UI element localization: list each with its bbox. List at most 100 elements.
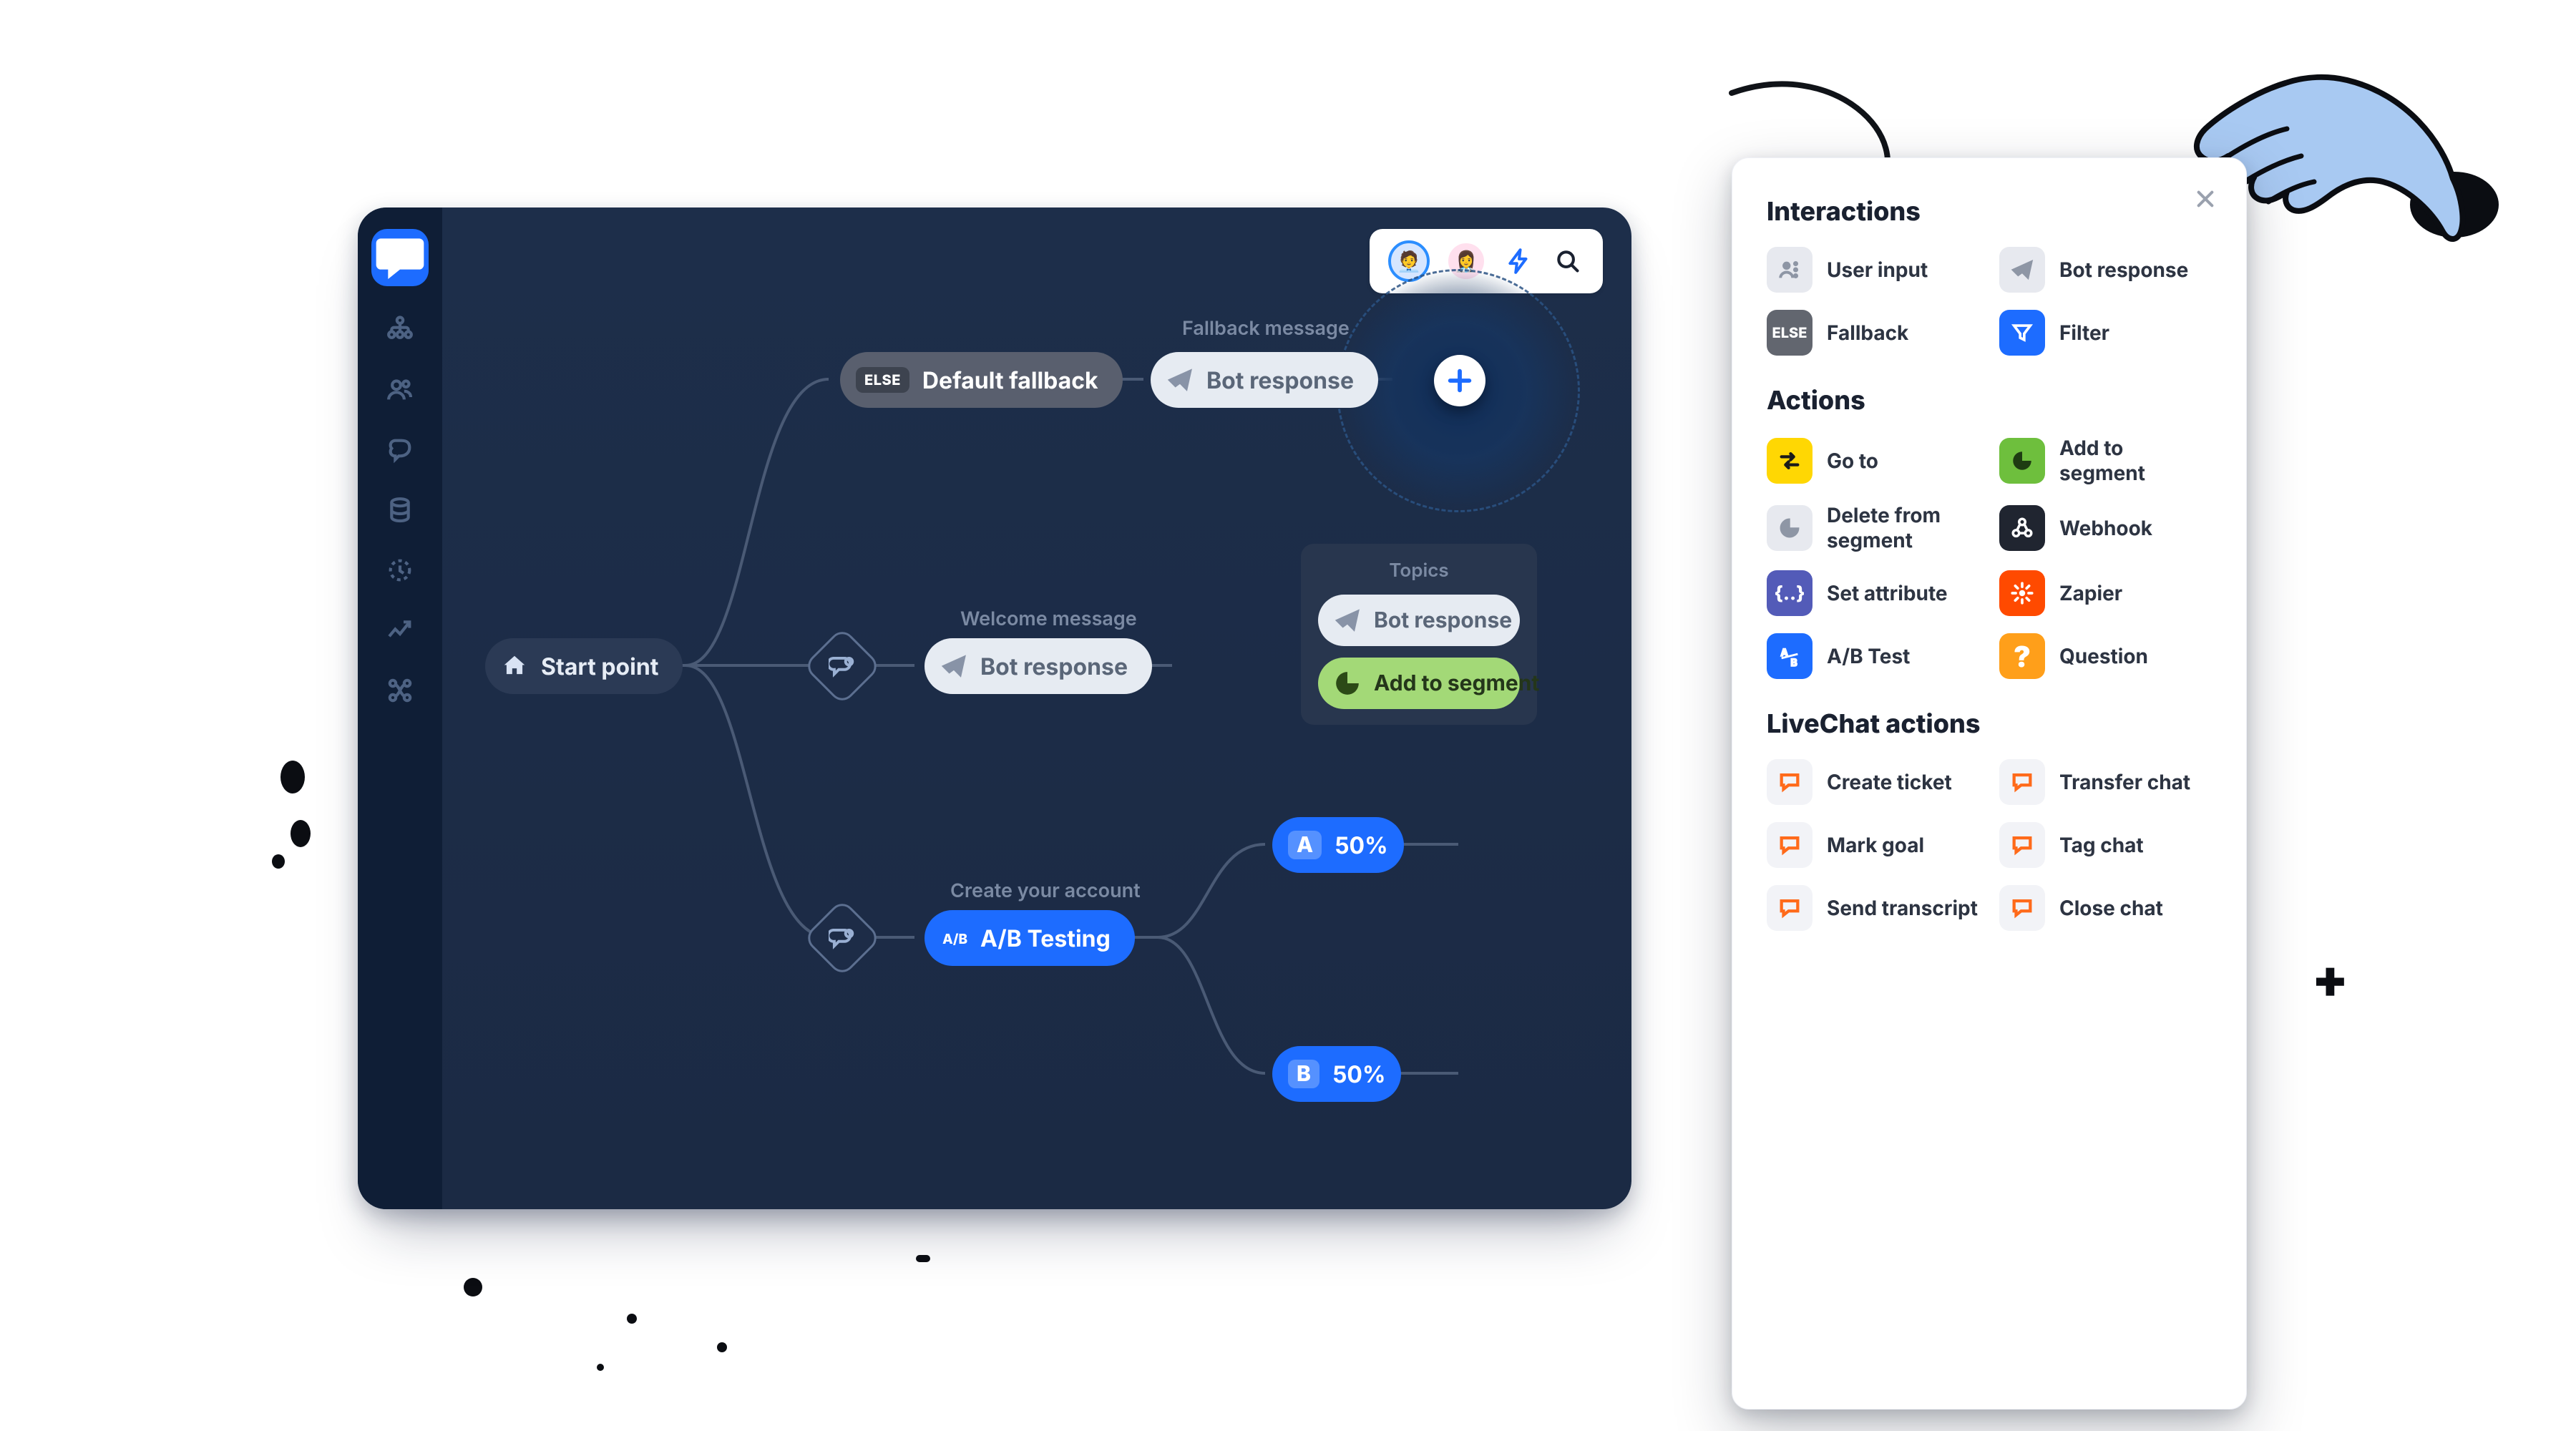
doodle-plus: + [2312,946,2348,1010]
nav-ai[interactable] [384,434,416,467]
segment-icon [1334,670,1361,697]
nav-users[interactable] [384,373,416,406]
actions-grid: Go to Add to segment Delete from segment… [1767,436,2212,679]
close-button[interactable] [2190,184,2220,214]
item-add-to-segment[interactable]: Add to segment [1999,436,2212,486]
node-label: Bot response [980,653,1128,680]
home-icon [501,653,528,680]
node-label: Add to segment [1374,670,1539,696]
nav-data[interactable] [384,494,416,527]
paper-plane-icon [940,653,967,680]
goto-icon [1767,438,1813,484]
panel-section-title: Actions [1767,384,2212,416]
item-label: Add to segment [2059,436,2212,486]
node-ab-testing[interactable]: A/B A/B Testing [924,910,1135,966]
item-label: Bot response [2059,258,2188,283]
filter-icon [1999,310,2045,356]
user-input-icon [1767,247,1813,293]
node-label: A/B Testing [980,924,1111,952]
node-bot-response-welcome[interactable]: Bot response [924,638,1152,694]
hint-welcome: Welcome message [960,607,1137,630]
else-icon: ELSE [1767,310,1813,356]
nav-sidebar [358,207,442,1209]
flow-canvas[interactable]: Start point Fallback message ELSE Defaul… [442,207,1631,1209]
node-bot-response-topic[interactable]: Bot response [1318,595,1520,646]
variant-pct: 50% [1332,1060,1386,1088]
node-label: Start point [541,653,658,680]
zapier-icon [1999,570,2045,616]
doodle-dot [627,1314,637,1324]
item-webhook[interactable]: Webhook [1999,503,2212,553]
variant-badge: A [1288,831,1322,859]
node-ab-variant-a[interactable]: A 50% [1272,817,1404,873]
item-delete-from-segment[interactable]: Delete from segment [1767,503,1979,553]
ab-test-icon: AB [1767,633,1813,679]
doodle-dot [464,1278,482,1296]
nav-stories[interactable] [384,313,416,346]
item-bot-response[interactable]: Bot response [1999,247,2212,293]
item-go-to[interactable]: Go to [1767,436,1979,486]
item-label: Webhook [2059,516,2152,541]
doodle-dash [916,1255,930,1262]
item-label: Send transcript [1827,896,1978,921]
item-mark-goal[interactable]: Mark goal [1767,822,1979,868]
stage: + 🧑‍💼 👩‍⚕️ [0,0,2576,1431]
group-title: Topics [1318,560,1520,582]
chat-icon [1767,822,1813,868]
interactions-grid: User input Bot response ELSE Fallback Fi… [1767,247,2212,356]
panel-section-title: LiveChat actions [1767,708,2212,739]
else-badge: ELSE [856,367,909,393]
add-node-button[interactable] [1434,355,1485,406]
doodle-blotch [291,820,311,847]
item-user-input[interactable]: User input [1767,247,1979,293]
node-bot-response-fallback[interactable]: Bot response [1151,352,1378,408]
webhook-icon [1999,505,2045,551]
item-label: Filter [2059,321,2109,346]
node-label: Default fallback [922,366,1098,394]
chat-icon [1999,822,2045,868]
node-default-fallback[interactable]: ELSE Default fallback [840,352,1123,408]
item-label: Create ticket [1827,770,1952,795]
item-label: Transfer chat [2059,770,2190,795]
item-label: Fallback [1827,321,1908,346]
item-send-transcript[interactable]: Send transcript [1767,885,1979,931]
panel-section-title: Interactions [1767,195,2212,227]
nav-analytics[interactable] [384,614,416,647]
node-ab-variant-b[interactable]: B 50% [1272,1046,1401,1102]
item-label: Go to [1827,449,1878,474]
nav-integrations[interactable] [384,674,416,707]
plus-icon [1445,366,1474,395]
hint-ab: Create your account [950,879,1141,902]
segment-icon [1999,438,2045,484]
item-question[interactable]: ? Question [1999,633,2212,679]
item-set-attribute[interactable]: {..} Set attribute [1767,570,1979,616]
item-fallback[interactable]: ELSE Fallback [1767,310,1979,356]
item-close-chat[interactable]: Close chat [1999,885,2212,931]
item-ab-test[interactable]: AB A/B Test [1767,633,1979,679]
question-icon: ? [1999,633,2045,679]
flow-builder-window: 🧑‍💼 👩‍⚕️ [358,207,1631,1209]
item-label: Delete from segment [1827,503,1979,553]
item-label: User input [1827,258,1928,283]
item-create-ticket[interactable]: Create ticket [1767,759,1979,805]
nav-history[interactable] [384,554,416,587]
app-logo[interactable] [371,229,429,286]
hint-fallback: Fallback message [1182,316,1350,340]
item-tag-chat[interactable]: Tag chat [1999,822,2212,868]
interactions-panel: Interactions User input Bot response ELS… [1732,157,2247,1410]
livechat-grid: Create ticket Transfer chat Mark goal Ta… [1767,759,2212,931]
doodle-blotch [272,854,285,869]
variant-pct: 50% [1335,831,1388,859]
node-add-to-segment[interactable]: Add to segment [1318,658,1520,709]
item-transfer-chat[interactable]: Transfer chat [1999,759,2212,805]
node-start[interactable]: Start point [485,638,683,694]
paper-plane-icon [1334,607,1361,634]
item-filter[interactable]: Filter [1999,310,2212,356]
doodle-blotch [280,761,305,793]
svg-text:A/B: A/B [942,931,967,947]
node-group-topics[interactable]: Topics Bot response Add to segment [1301,544,1537,725]
node-label: Bot response [1374,607,1512,633]
item-zapier[interactable]: Zapier [1999,570,2212,616]
doodle-dot [717,1342,727,1352]
ab-test-icon: A/B [940,924,967,952]
